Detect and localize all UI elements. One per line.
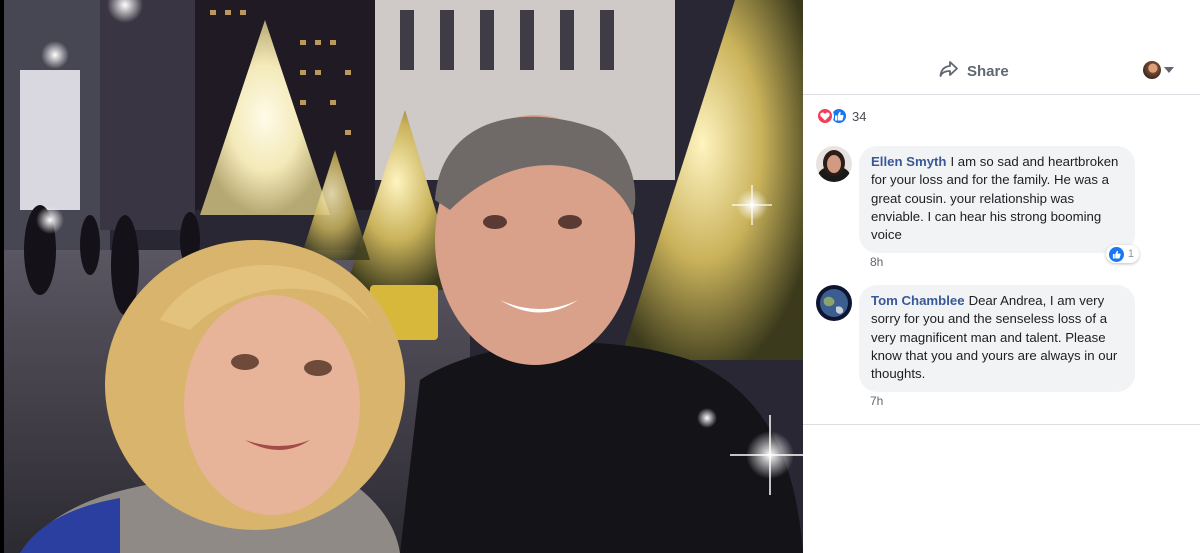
avatar bbox=[1143, 61, 1161, 79]
share-arrow-icon bbox=[939, 60, 959, 83]
divider bbox=[803, 424, 1200, 425]
like-icon bbox=[1108, 246, 1124, 262]
post-photo[interactable] bbox=[0, 0, 803, 553]
reaction-count: 34 bbox=[852, 108, 867, 124]
comment-like-count: 1 bbox=[1127, 248, 1134, 261]
chevron-down-icon bbox=[1164, 67, 1174, 73]
love-reaction-icon bbox=[816, 107, 834, 125]
comment-author[interactable]: Tom Chamblee bbox=[871, 293, 965, 308]
avatar[interactable] bbox=[816, 285, 852, 321]
photo-left-border bbox=[0, 0, 4, 553]
selfie-photo-image bbox=[0, 0, 803, 553]
comment-author[interactable]: Ellen Smyth bbox=[871, 154, 946, 169]
comment-timestamp[interactable]: 8h bbox=[870, 255, 883, 269]
comment-bubble: Ellen Smyth I am so sad and heartbroken f… bbox=[859, 146, 1139, 264]
avatar[interactable] bbox=[816, 146, 852, 182]
share-button[interactable]: Share bbox=[939, 60, 1009, 82]
share-label: Share bbox=[967, 62, 1009, 80]
comment-like-badge[interactable]: 1 bbox=[1105, 245, 1139, 264]
post-side-panel: Share 34 Ellen Smyth I am so sad and hear… bbox=[803, 0, 1200, 553]
comment-timestamp[interactable]: 7h bbox=[870, 394, 883, 408]
post-as-menu[interactable] bbox=[1143, 61, 1174, 79]
comment-bubble: Tom Chamblee Dear Andrea, I am very sorry… bbox=[859, 285, 1135, 393]
share-bar: Share bbox=[803, 48, 1200, 95]
reaction-summary[interactable]: 34 bbox=[816, 107, 866, 125]
